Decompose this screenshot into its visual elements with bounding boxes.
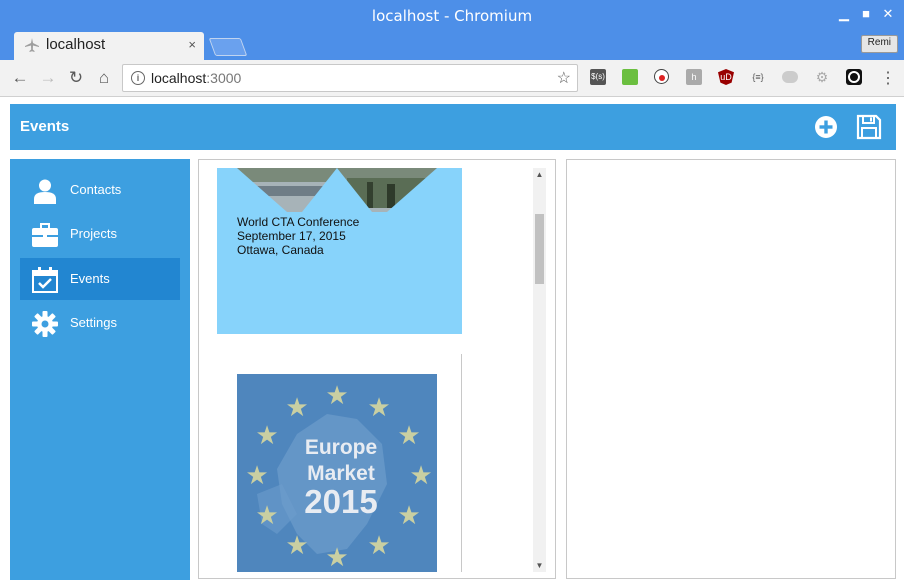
svg-text:★: ★	[397, 500, 420, 530]
sidebar-item-label: Projects	[70, 226, 117, 241]
browser-tab[interactable]: localhost ×	[14, 32, 204, 60]
sidebar-item-label: Events	[70, 271, 110, 286]
image-text-line: 2015	[304, 483, 377, 520]
address-bar[interactable]: i localhost:3000 ☆	[122, 64, 578, 92]
scroll-down-icon[interactable]: ▼	[533, 561, 546, 570]
event-details-panel	[566, 159, 896, 579]
svg-text:★: ★	[397, 420, 420, 450]
sidebar: Contacts Projects Events Settings	[10, 159, 190, 580]
svg-text:★: ★	[255, 420, 278, 450]
ublock-icon[interactable]: uD	[718, 69, 734, 85]
airplane-icon	[25, 38, 39, 52]
sidebar-item-projects[interactable]: Projects	[20, 213, 180, 255]
reload-icon[interactable]: ↻	[66, 68, 86, 88]
h-icon[interactable]: h	[686, 69, 702, 85]
tab-close-icon[interactable]: ×	[188, 37, 196, 52]
svg-text:★: ★	[367, 392, 390, 422]
svg-text:★: ★	[285, 530, 308, 560]
gear-icon	[32, 311, 58, 337]
profile-button[interactable]: Remi	[860, 35, 898, 53]
save-button[interactable]	[856, 114, 882, 140]
record-icon[interactable]	[654, 69, 669, 84]
sidebar-item-contacts[interactable]: Contacts	[20, 169, 180, 211]
event-date: September 17, 2015	[237, 229, 346, 243]
add-event-button[interactable]	[814, 115, 838, 139]
sidebar-item-events[interactable]: Events	[20, 258, 180, 300]
brackets-icon[interactable]: {≡}	[750, 69, 766, 85]
page-title: Events	[20, 118, 70, 135]
svg-text:★: ★	[285, 392, 308, 422]
browser-toolbar: ← → ↻ ⌂ i localhost:3000 ☆ $(s) h uD {≡}…	[0, 60, 904, 97]
new-tab-button[interactable]	[208, 38, 248, 56]
window-titlebar: localhost - Chromium ▁ ■ ✕	[0, 0, 904, 32]
gear-ext-icon[interactable]: ⚙	[814, 69, 830, 85]
gray-pill-icon[interactable]	[782, 71, 798, 83]
svg-text:★: ★	[409, 460, 432, 490]
briefcase-icon	[32, 223, 58, 247]
svg-text:★: ★	[325, 542, 348, 572]
maximize-button[interactable]: ■	[858, 6, 874, 21]
event-card[interactable]: World CTA Conference September 17, 2015 …	[217, 168, 462, 334]
event-location: Ottawa, Canada	[237, 243, 324, 257]
europe-market-image[interactable]: ★ ★ ★ ★ ★ ★ ★ ★ ★ ★ ★ ★ Europe Market 20…	[237, 374, 437, 572]
url-text: localhost:3000	[151, 70, 242, 86]
tab-label: localhost	[46, 36, 106, 53]
close-window-button[interactable]: ✕	[880, 6, 896, 22]
sidebar-item-label: Contacts	[70, 182, 122, 197]
browser-menu-icon[interactable]: ⋮	[880, 68, 896, 88]
window-title: localhost - Chromium	[371, 7, 533, 25]
back-icon[interactable]: ←	[10, 68, 30, 88]
scroll-thumb[interactable]	[535, 214, 544, 284]
green-square-icon[interactable]	[622, 69, 638, 85]
info-icon[interactable]: i	[131, 71, 145, 85]
sidebar-item-settings[interactable]: Settings	[20, 302, 180, 344]
sidebar-item-label: Settings	[70, 315, 117, 330]
vertical-scrollbar[interactable]: ▲ ▼	[533, 168, 546, 572]
event-title: World CTA Conference	[237, 215, 360, 229]
image-text-line: Europe	[305, 436, 377, 459]
svg-text:★: ★	[255, 500, 278, 530]
svg-text:★: ★	[245, 460, 268, 490]
forward-icon[interactable]: →	[38, 68, 58, 88]
svg-text:★: ★	[325, 380, 348, 410]
calendar-check-icon	[32, 267, 58, 293]
bookmark-star-icon[interactable]: ☆	[557, 68, 571, 88]
card-divider	[461, 354, 462, 572]
home-icon[interactable]: ⌂	[94, 68, 114, 88]
app-header: Events	[10, 104, 896, 150]
scroll-up-icon[interactable]: ▲	[533, 170, 546, 179]
image-text-line: Market	[307, 462, 375, 485]
minimize-button[interactable]: ▁	[836, 6, 852, 22]
svg-text:★: ★	[367, 530, 390, 560]
eye-icon[interactable]	[846, 69, 862, 85]
tab-strip: localhost × Remi	[0, 32, 904, 60]
person-icon	[34, 179, 56, 204]
events-list-panel: World CTA Conference September 17, 2015 …	[198, 159, 556, 579]
dollar-s-icon[interactable]: $(s)	[590, 69, 606, 85]
event-photo	[237, 168, 437, 212]
